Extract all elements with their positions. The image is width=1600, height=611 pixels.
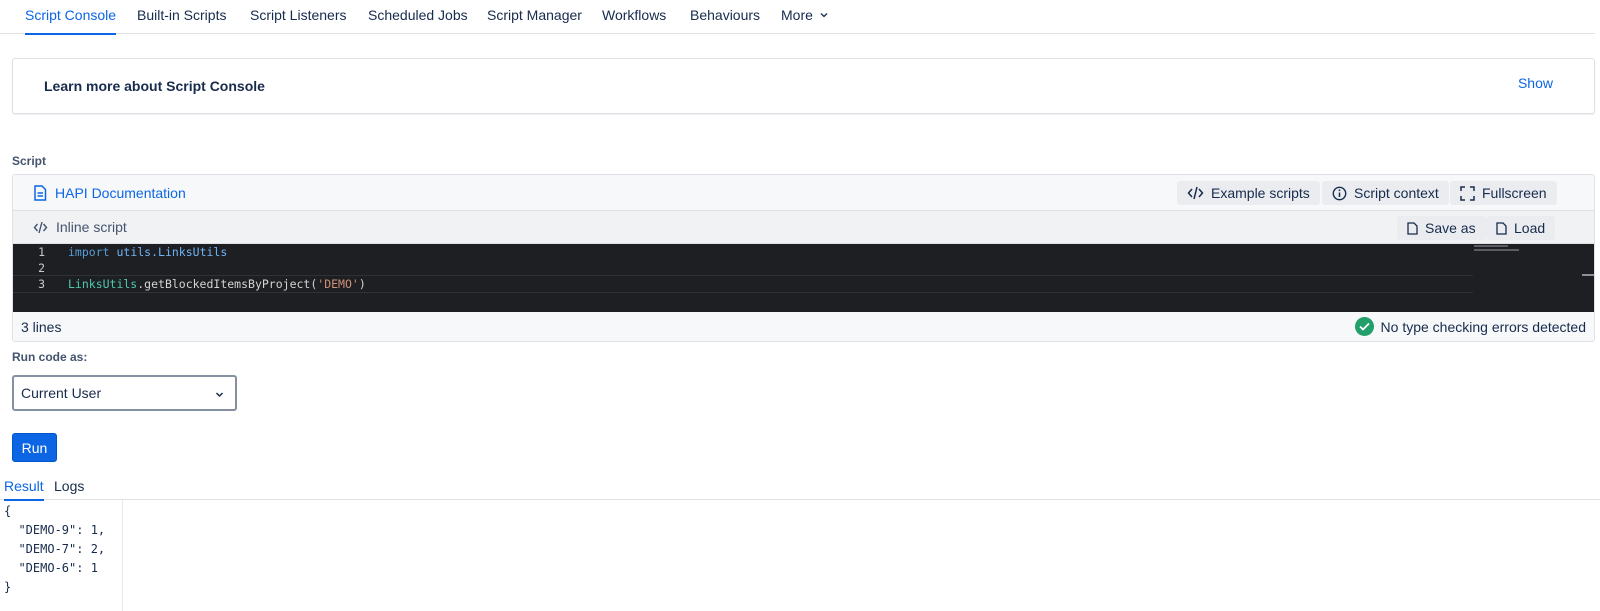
typecheck-status: No type checking errors detected	[1354, 317, 1586, 336]
line-number: 1	[38, 245, 45, 259]
learn-more-panel: Learn more about Script Console Show	[12, 58, 1595, 114]
result-tabs: Result Logs	[0, 474, 1600, 501]
code-minimap[interactable]	[1474, 244, 1594, 312]
editor-toolbar: HAPI Documentation Example scripts Scrip…	[13, 175, 1594, 211]
fullscreen-button[interactable]: Fullscreen	[1450, 181, 1557, 205]
editor-status-bar: 3 lines No type checking errors detected	[13, 312, 1594, 341]
load-button[interactable]: Load	[1486, 216, 1556, 240]
file-icon	[1407, 221, 1418, 235]
save-as-label: Save as	[1425, 220, 1476, 236]
fullscreen-label: Fullscreen	[1482, 185, 1547, 201]
lines-count: 3 lines	[21, 319, 62, 335]
tab-built-in-scripts[interactable]: Built-in Scripts	[137, 0, 226, 34]
code-line-current: 3 LinksUtils.getBlockedItemsByProject('D…	[13, 275, 1473, 293]
code-text: LinksUtils.getBlockedItemsByProject('DEM…	[68, 277, 366, 291]
result-line: }	[4, 580, 12, 594]
load-label: Load	[1514, 220, 1546, 236]
fullscreen-icon	[1460, 185, 1475, 201]
result-line: {	[4, 504, 12, 518]
line-number: 2	[38, 261, 45, 275]
learn-more-title: Learn more about Script Console	[44, 78, 265, 94]
code-icon	[33, 221, 48, 233]
tab-script-console[interactable]: Script Console	[25, 0, 117, 35]
save-as-button[interactable]: Save as	[1397, 216, 1486, 240]
code-icon	[1187, 186, 1204, 200]
tab-behaviours[interactable]: Behaviours	[690, 0, 760, 34]
run-as-select[interactable]: Current User	[12, 375, 237, 411]
example-scripts-label: Example scripts	[1211, 185, 1310, 201]
result-output: { "DEMO-9": 1, "DEMO-7": 2, "DEMO-6": 1 …	[0, 500, 123, 611]
inline-script-label: Inline script	[56, 219, 127, 235]
example-scripts-button[interactable]: Example scripts	[1177, 181, 1320, 205]
document-icon	[34, 185, 47, 201]
tab-scheduled-jobs[interactable]: Scheduled Jobs	[368, 0, 468, 34]
chevron-down-icon	[215, 392, 224, 398]
code-line: 1 import utils.LinksUtils	[13, 244, 1473, 260]
line-number: 3	[38, 277, 45, 291]
result-line: "DEMO-7": 2,	[4, 542, 106, 556]
show-button[interactable]: Show	[1518, 75, 1553, 91]
run-as-label: Run code as:	[12, 350, 88, 364]
code-line: 2	[13, 260, 1473, 276]
file-icon	[1496, 221, 1507, 235]
script-section-label: Script	[12, 154, 47, 168]
top-nav: Script Console Built-in Scripts Script L…	[0, 0, 1595, 35]
hapi-documentation-label: HAPI Documentation	[55, 185, 186, 201]
tab-more[interactable]: More	[781, 0, 828, 34]
tab-result[interactable]: Result	[4, 478, 44, 501]
run-button[interactable]: Run	[12, 433, 57, 462]
script-context-button[interactable]: Script context	[1322, 181, 1449, 205]
script-editor: HAPI Documentation Example scripts Scrip…	[12, 174, 1595, 342]
tab-script-manager[interactable]: Script Manager	[487, 0, 582, 34]
info-icon	[1332, 186, 1347, 200]
tab-more-label: More	[781, 7, 813, 23]
tab-logs[interactable]: Logs	[54, 478, 84, 494]
code-editor[interactable]: 1 import utils.LinksUtils 2 3 LinksUtils…	[13, 244, 1594, 312]
result-line: "DEMO-6": 1	[4, 561, 98, 575]
check-circle-icon	[1354, 317, 1374, 336]
result-line: "DEMO-9": 1,	[4, 523, 106, 537]
typecheck-status-text: No type checking errors detected	[1380, 318, 1586, 335]
hapi-documentation-link[interactable]: HAPI Documentation	[33, 185, 186, 201]
tab-workflows[interactable]: Workflows	[602, 0, 666, 34]
inline-script-tab[interactable]: Inline script	[33, 219, 127, 235]
inline-script-bar: Inline script Save as Load	[13, 211, 1594, 244]
tab-script-listeners[interactable]: Script Listeners	[250, 0, 346, 34]
run-as-selected-value: Current User	[21, 385, 102, 401]
chevron-down-icon	[820, 13, 828, 18]
code-text: import utils.LinksUtils	[68, 245, 228, 259]
script-context-label: Script context	[1354, 185, 1439, 201]
